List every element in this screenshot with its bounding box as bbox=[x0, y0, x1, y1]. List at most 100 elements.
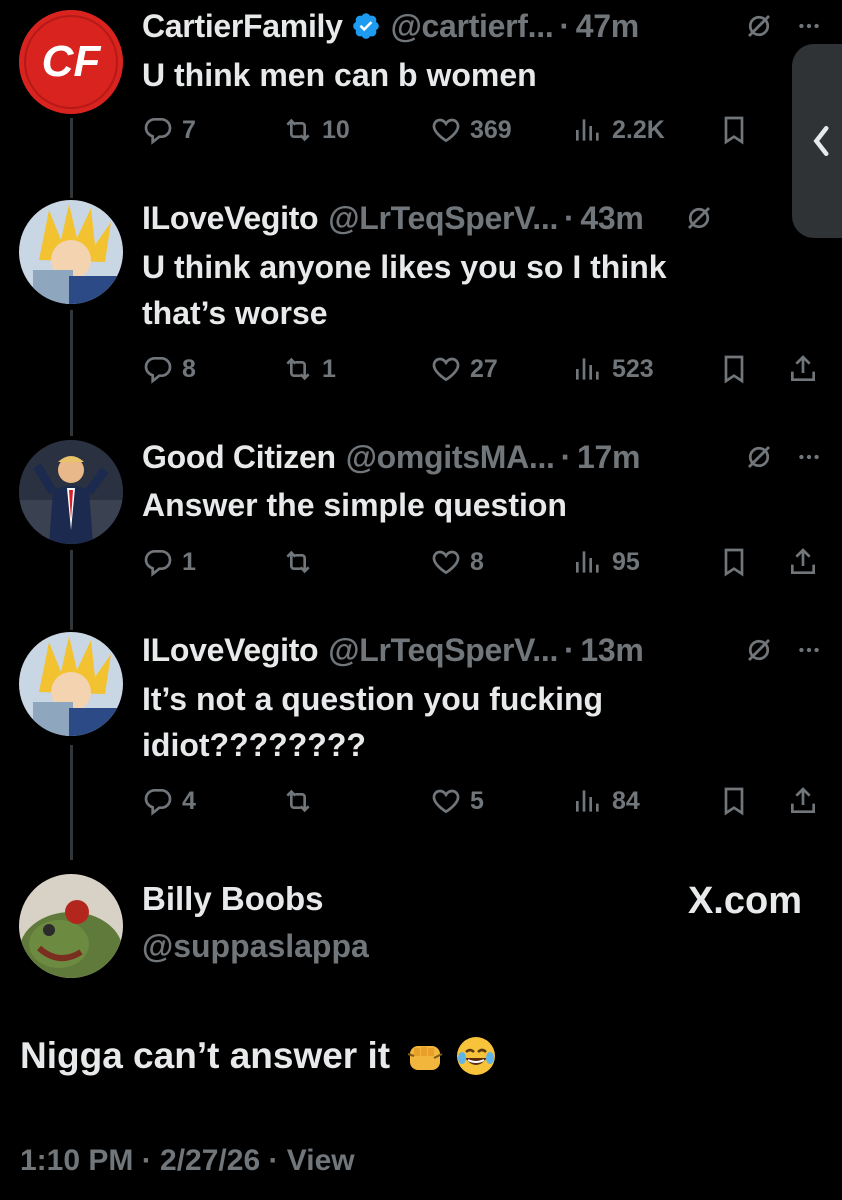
timestamp[interactable]: 47m bbox=[576, 8, 639, 45]
timestamp[interactable]: 17m bbox=[577, 439, 640, 476]
display-name[interactable]: Good Citizen bbox=[142, 439, 336, 476]
more-icon[interactable] bbox=[796, 637, 822, 663]
display-name[interactable]: CartierFamily bbox=[142, 8, 343, 45]
like-count: 369 bbox=[470, 115, 512, 144]
chevron-left-icon bbox=[813, 125, 829, 157]
separator: · bbox=[560, 438, 572, 475]
bookmark-button[interactable] bbox=[718, 108, 750, 152]
share-button[interactable] bbox=[787, 540, 819, 584]
avatar[interactable] bbox=[19, 200, 123, 304]
reply-button[interactable]: 8 bbox=[142, 347, 196, 391]
handle[interactable]: @LrTeqSperV... bbox=[328, 632, 558, 669]
views-count: 2.2K bbox=[612, 115, 665, 144]
laughing-emoji-icon bbox=[454, 1034, 498, 1078]
tweet-text: Answer the simple question bbox=[142, 487, 567, 523]
grok-icon[interactable] bbox=[684, 203, 714, 233]
reply-count: 8 bbox=[182, 354, 196, 383]
repost-button[interactable] bbox=[282, 779, 322, 823]
avatar[interactable] bbox=[19, 632, 123, 736]
tweet-header: ILoveVegito @LrTeqSperV... · 43m bbox=[142, 196, 822, 240]
reply-count: 1 bbox=[182, 547, 196, 576]
display-name[interactable]: ILoveVegito bbox=[142, 632, 319, 669]
reply-button[interactable]: 4 bbox=[142, 779, 196, 823]
thread-line bbox=[70, 745, 73, 860]
bookmark-icon bbox=[724, 548, 744, 577]
tweet-text: U think anyone likes you so I think that… bbox=[142, 249, 667, 331]
repost-count: 10 bbox=[322, 115, 350, 144]
tweet-text: U think men can b women bbox=[142, 57, 537, 93]
tweet-header: Good Citizen @omgitsMA... · 17m bbox=[142, 435, 822, 479]
display-name[interactable]: Billy Boobs bbox=[142, 880, 324, 918]
like-button[interactable]: 5 bbox=[430, 779, 484, 823]
views-button[interactable]: 84 bbox=[572, 779, 640, 823]
post-meta[interactable]: 1:10 PM · 2/27/26 · View bbox=[20, 1144, 355, 1178]
reply-count: 4 bbox=[182, 786, 196, 815]
handle[interactable]: @LrTeqSperV... bbox=[328, 200, 558, 237]
post-text-content: Nigga can’t answer it bbox=[20, 1035, 391, 1076]
verified-badge-icon bbox=[351, 11, 381, 41]
views-icon bbox=[576, 119, 599, 141]
bookmark-icon bbox=[724, 787, 744, 816]
repost-button[interactable] bbox=[282, 540, 322, 584]
x-logo-watermark: X.com bbox=[687, 880, 802, 922]
tweet-header: CartierFamily @cartierf... · 47m bbox=[142, 4, 822, 48]
avatar-image bbox=[19, 874, 123, 978]
bookmark-button[interactable] bbox=[718, 540, 750, 584]
like-icon bbox=[432, 357, 460, 382]
svg-text:CF: CF bbox=[42, 37, 102, 86]
fist-bump-emoji-icon bbox=[404, 1034, 448, 1078]
avatar[interactable] bbox=[19, 440, 123, 544]
action-bar: 1 8 95 bbox=[142, 540, 822, 584]
share-icon bbox=[791, 787, 815, 813]
timestamp[interactable]: 43m bbox=[580, 200, 643, 237]
separator: · bbox=[564, 631, 575, 668]
share-button[interactable] bbox=[787, 347, 819, 391]
action-bar: 4 5 84 bbox=[142, 779, 822, 823]
handle[interactable]: @suppaslappa bbox=[142, 928, 369, 965]
reply-icon bbox=[144, 118, 172, 145]
post-text: Nigga can’t answer it bbox=[20, 1034, 498, 1078]
handle[interactable]: @omgitsMA... bbox=[346, 439, 555, 476]
share-icon bbox=[791, 355, 815, 381]
repost-icon bbox=[286, 357, 310, 381]
like-count: 27 bbox=[470, 354, 498, 383]
avatar[interactable] bbox=[19, 874, 123, 978]
grok-icon[interactable] bbox=[744, 11, 774, 41]
avatar-image bbox=[19, 440, 123, 544]
reply-button[interactable]: 1 bbox=[142, 540, 196, 584]
like-icon bbox=[432, 550, 460, 575]
views-button[interactable]: 2.2K bbox=[572, 108, 665, 152]
views-icon bbox=[576, 551, 599, 573]
avatar[interactable]: CF bbox=[19, 10, 123, 114]
timestamp[interactable]: 13m bbox=[580, 632, 643, 669]
like-button[interactable]: 8 bbox=[430, 540, 484, 584]
repost-icon bbox=[286, 550, 310, 574]
bookmark-button[interactable] bbox=[718, 347, 750, 391]
views-icon bbox=[576, 790, 599, 812]
handle[interactable]: @cartierf... bbox=[391, 8, 554, 45]
avatar-image bbox=[19, 200, 123, 304]
share-button[interactable] bbox=[787, 779, 819, 823]
display-name[interactable]: ILoveVegito bbox=[142, 200, 319, 237]
repost-button[interactable]: 10 bbox=[282, 108, 350, 152]
grok-icon[interactable] bbox=[744, 635, 774, 665]
repost-count: 1 bbox=[322, 354, 336, 383]
like-button[interactable]: 369 bbox=[430, 108, 512, 152]
bookmark-icon bbox=[724, 116, 744, 145]
grok-icon[interactable] bbox=[744, 442, 774, 472]
views-button[interactable]: 95 bbox=[572, 540, 640, 584]
repost-icon bbox=[286, 789, 310, 813]
cf-logo-icon: CF bbox=[19, 10, 123, 114]
more-icon[interactable] bbox=[796, 444, 822, 470]
tweet-header: ILoveVegito @LrTeqSperV... · 13m bbox=[142, 628, 822, 672]
bookmark-button[interactable] bbox=[718, 779, 750, 823]
like-icon bbox=[432, 789, 460, 814]
repost-button[interactable]: 1 bbox=[282, 347, 336, 391]
like-button[interactable]: 27 bbox=[430, 347, 498, 391]
views-button[interactable]: 523 bbox=[572, 347, 654, 391]
reply-button[interactable]: 7 bbox=[142, 108, 196, 152]
views-icon bbox=[576, 358, 599, 380]
like-count: 8 bbox=[470, 547, 484, 576]
views-count: 84 bbox=[612, 786, 640, 815]
more-icon[interactable] bbox=[796, 13, 822, 39]
